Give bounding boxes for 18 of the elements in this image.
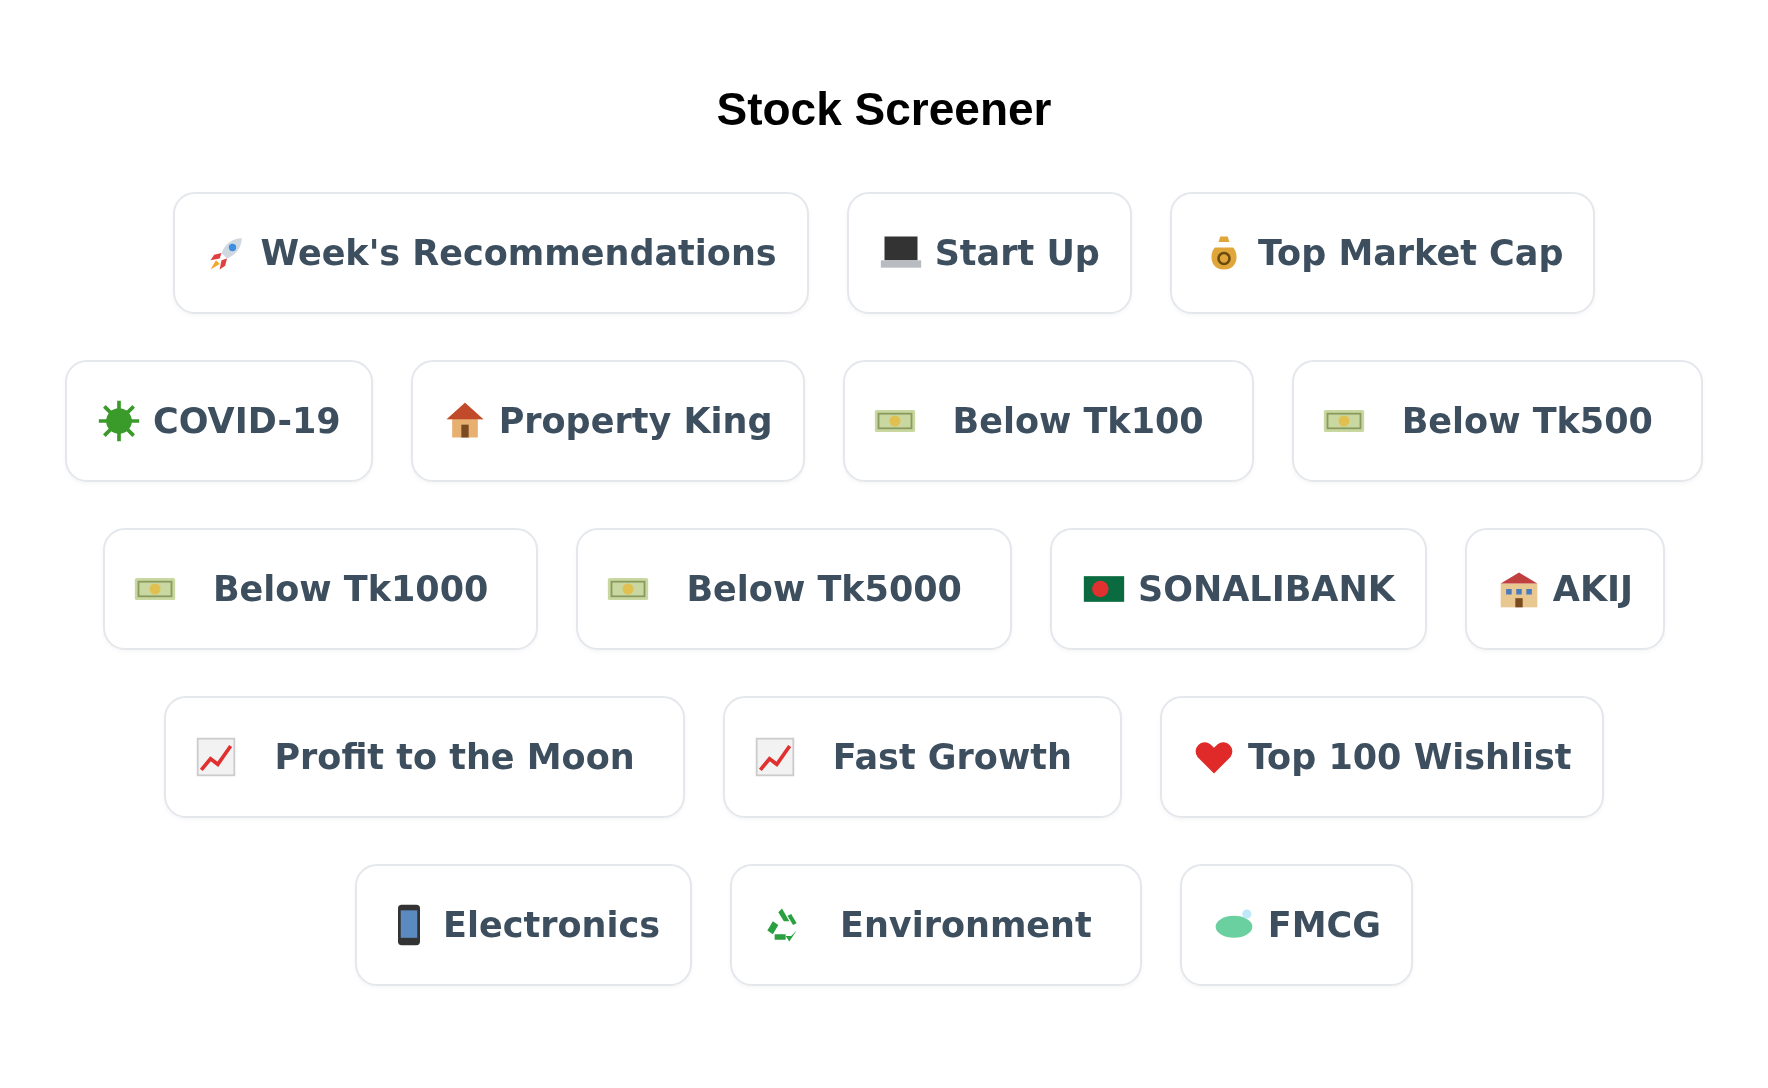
category-chip[interactable]: COVID-19 (65, 360, 373, 482)
category-chip[interactable]: Property King (410, 360, 805, 482)
category-chip[interactable]: SONALIBANK (1050, 528, 1427, 650)
category-chip[interactable]: Below Tk1000 (102, 528, 539, 650)
category-chip[interactable]: Top Market Cap (1169, 192, 1596, 314)
category-chip[interactable]: FMCG (1179, 864, 1413, 986)
category-chip[interactable]: Top 100 Wishlist (1159, 696, 1604, 818)
category-chip[interactable]: Start Up (846, 192, 1132, 314)
category-chip[interactable]: Week's Recommendations (172, 192, 809, 314)
category-chip[interactable]: Below Tk500 (1291, 360, 1703, 482)
category-chip[interactable]: Electronics (355, 864, 692, 986)
category-chip[interactable]: Fast Growth (722, 696, 1122, 818)
category-chip[interactable]: AKIJ (1464, 528, 1666, 650)
category-chip[interactable]: Below Tk100 (842, 360, 1254, 482)
category-chip[interactable]: Profit to the Moon (164, 696, 685, 818)
category-chip[interactable]: Environment (730, 864, 1142, 986)
page-title: Stock Screener (716, 82, 1052, 136)
category-chip[interactable]: Below Tk5000 (576, 528, 1012, 650)
